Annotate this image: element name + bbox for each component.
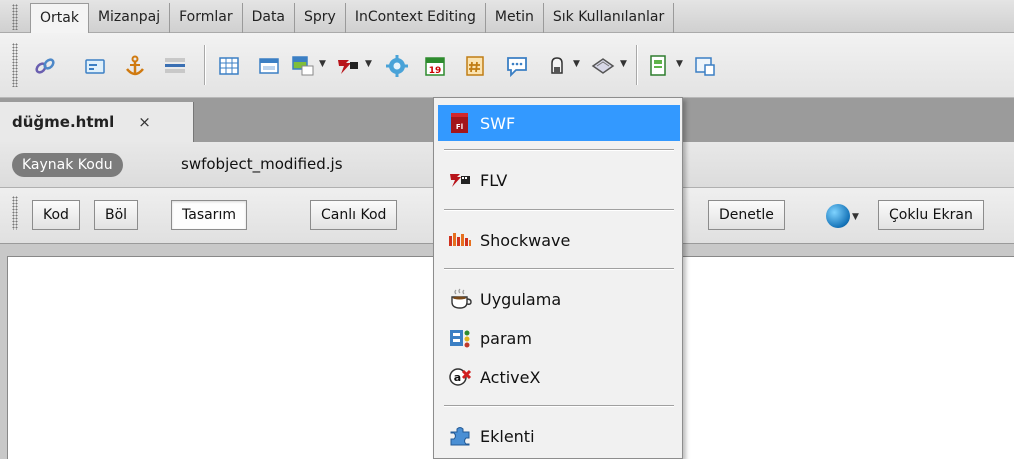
- tab-ortak[interactable]: Ortak: [30, 3, 89, 33]
- menu-separator: [444, 405, 674, 406]
- hyperlink-icon[interactable]: [28, 48, 62, 84]
- menu-item-param[interactable]: param: [438, 320, 680, 356]
- split-view-button[interactable]: Böl: [94, 200, 139, 230]
- multiscreen-button[interactable]: Çoklu Ekran: [878, 200, 984, 230]
- svg-text:Fl: Fl: [456, 123, 463, 131]
- tab-metin[interactable]: Metin: [486, 3, 544, 33]
- script-dropdown-caret[interactable]: ▼: [620, 59, 627, 69]
- media-icon[interactable]: [331, 48, 365, 84]
- toolbar-grip[interactable]: [12, 196, 18, 230]
- templates-dropdown-caret[interactable]: ▼: [676, 59, 683, 69]
- source-code-button[interactable]: Kaynak Kodu: [12, 153, 123, 177]
- widget-icon[interactable]: [380, 48, 414, 84]
- swf-icon: Fl: [446, 109, 474, 137]
- tag-chooser-icon[interactable]: [688, 48, 722, 84]
- tab-favorites[interactable]: Sık Kullanılanlar: [544, 3, 675, 33]
- applet-icon: [446, 285, 474, 313]
- insert-panel-tabs: Ortak Mizanpaj Formlar Data Spry InConte…: [0, 0, 1014, 33]
- menu-item-label: Uygulama: [480, 289, 562, 309]
- menu-item-label: FLV: [480, 170, 508, 190]
- design-view-button[interactable]: Tasarım: [171, 200, 247, 230]
- images-icon[interactable]: [286, 48, 320, 84]
- templates-icon[interactable]: [642, 48, 676, 84]
- menu-separator: [444, 268, 674, 269]
- menu-item-flv[interactable]: FLV: [438, 162, 680, 198]
- menu-item-applet[interactable]: Uygulama: [438, 281, 680, 317]
- media-dropdown-menu: Fl SWF FLV Shockwave Uygulama param a Ac: [433, 97, 683, 459]
- tab-data[interactable]: Data: [243, 3, 296, 33]
- document-tab-label: düğme.html: [12, 113, 115, 131]
- tab-incontext-editing[interactable]: InContext Editing: [346, 3, 486, 33]
- server-side-include-icon[interactable]: [458, 48, 492, 84]
- insert-toolbar: ▼ ▼ 19 ▼ ▼ ▼: [0, 33, 1014, 98]
- toolbar-separator: [636, 45, 637, 85]
- named-anchor-icon[interactable]: [118, 48, 152, 84]
- code-view-button[interactable]: Kod: [32, 200, 80, 230]
- menu-item-plugin[interactable]: Eklenti: [438, 418, 680, 454]
- inspect-button[interactable]: Denetle: [708, 200, 785, 230]
- shockwave-icon: [446, 226, 474, 254]
- svg-text:a: a: [454, 371, 461, 384]
- related-file-link[interactable]: swfobject_modified.js: [181, 155, 343, 173]
- tab-formlar[interactable]: Formlar: [170, 3, 243, 33]
- close-icon[interactable]: ×: [138, 113, 151, 131]
- menu-item-label: ActiveX: [480, 367, 541, 387]
- head-dropdown-caret[interactable]: ▼: [573, 59, 580, 69]
- insert-div-icon[interactable]: [252, 48, 286, 84]
- media-dropdown-caret[interactable]: ▼: [365, 59, 372, 69]
- comment-icon[interactable]: [500, 48, 534, 84]
- param-icon: [446, 324, 474, 352]
- head-icon[interactable]: [540, 48, 574, 84]
- email-link-icon[interactable]: [78, 48, 112, 84]
- menu-item-activex[interactable]: a ActiveX: [438, 359, 680, 395]
- plugin-icon: [446, 422, 474, 450]
- menu-item-label: SWF: [480, 113, 516, 133]
- toolbar-separator: [204, 45, 205, 85]
- menu-separator: [444, 149, 674, 150]
- menu-item-shockwave[interactable]: Shockwave: [438, 222, 680, 258]
- menu-item-label: Eklenti: [480, 426, 535, 446]
- tab-spry[interactable]: Spry: [295, 3, 346, 33]
- table-icon[interactable]: [212, 48, 246, 84]
- live-code-button[interactable]: Canlı Kod: [310, 200, 398, 230]
- menu-item-swf[interactable]: Fl SWF: [438, 105, 680, 141]
- flv-icon: [446, 166, 474, 194]
- date-icon[interactable]: 19: [418, 48, 452, 84]
- script-icon[interactable]: [586, 48, 620, 84]
- tab-mizanpaj[interactable]: Mizanpaj: [89, 3, 171, 33]
- activex-icon: a: [446, 363, 474, 391]
- images-dropdown-caret[interactable]: ▼: [319, 59, 326, 69]
- svg-text:19: 19: [429, 66, 442, 76]
- globe-icon[interactable]: [826, 204, 850, 228]
- menu-separator: [444, 209, 674, 210]
- panel-grip[interactable]: [12, 4, 18, 30]
- horizontal-rule-icon[interactable]: [158, 48, 192, 84]
- menu-item-label: param: [480, 328, 532, 348]
- browser-preview-dropdown-caret[interactable]: ▼: [852, 212, 859, 222]
- menu-item-label: Shockwave: [480, 230, 571, 250]
- toolbar-grip[interactable]: [12, 43, 18, 87]
- document-tab[interactable]: düğme.html ×: [0, 102, 194, 142]
